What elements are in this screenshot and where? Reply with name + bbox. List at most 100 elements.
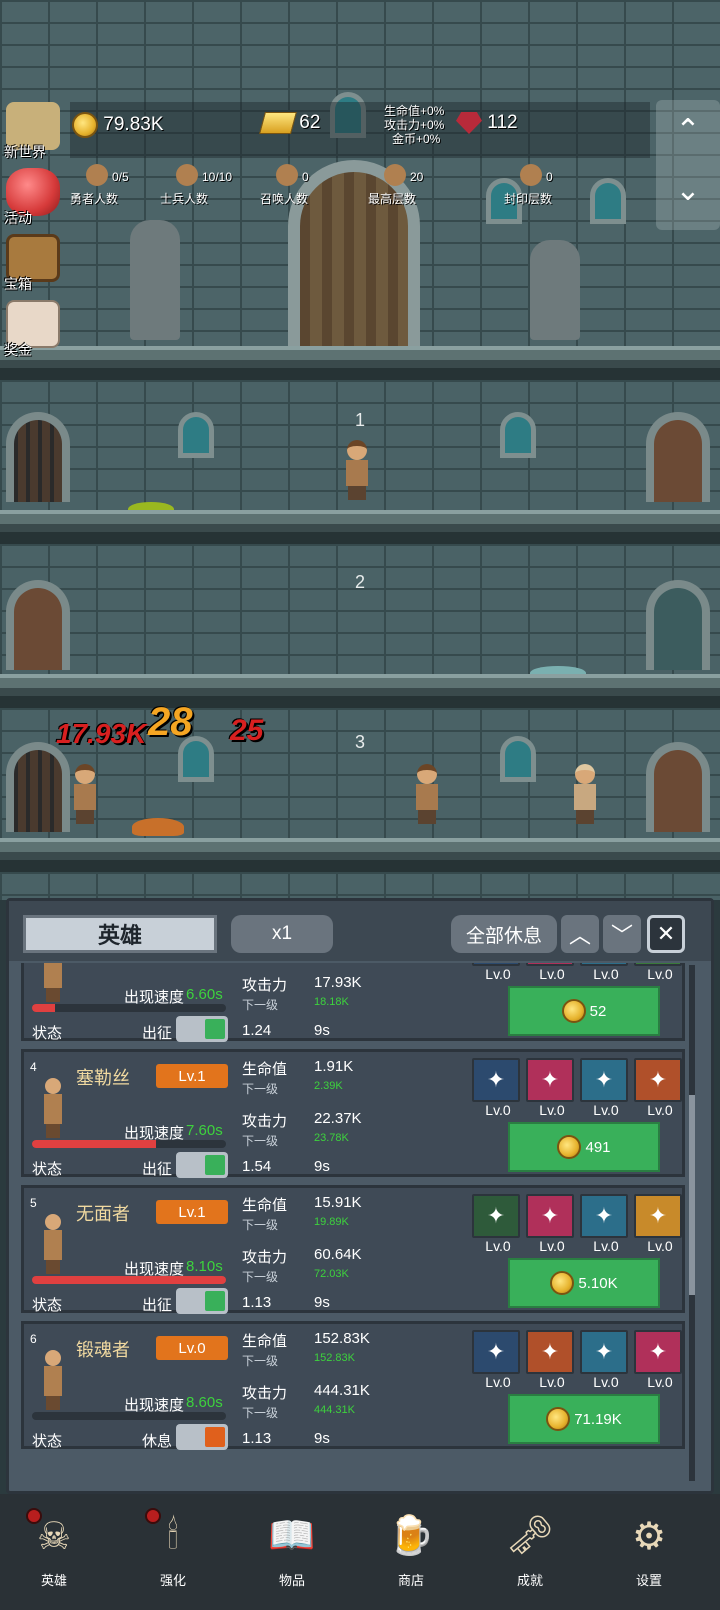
helmet-icon: ✦ xyxy=(634,1194,682,1238)
deploy-toggle[interactable] xyxy=(176,1424,228,1450)
equipment-slot[interactable]: ✦Lv.0 xyxy=(472,1194,524,1256)
nav-gear[interactable]: ⚙ 设置 xyxy=(599,1502,699,1602)
deploy-toggle[interactable] xyxy=(176,1016,228,1042)
hero-list: 留恩Lv.1出现速度6.60s状态出征生命值下一级399攻击力17.93K下一级… xyxy=(21,963,685,1483)
hero-card[interactable]: 5 无面者 Lv.1 出现速度 8.10s 状态 出征 生命值 15.91K 下一级 19.89K 攻… xyxy=(21,1185,685,1314)
equipment-slot[interactable]: ✦Lv.0 xyxy=(526,963,578,984)
nav-key[interactable]: 🗝 成就 xyxy=(480,1502,580,1602)
chevron-down-icon: ⌄ xyxy=(675,173,701,207)
new-world-button[interactable]: 新世界 xyxy=(4,102,66,162)
equipment-level: Lv.0 xyxy=(593,966,619,982)
sword-icon: ✦ xyxy=(526,1194,574,1238)
new-world-label: 新世界 xyxy=(4,144,46,160)
upgrade-price: 71.19K xyxy=(574,1410,622,1428)
stat-value: 0/5 xyxy=(112,170,129,184)
nav-skull[interactable]: ☠ 英雄 xyxy=(4,1502,104,1602)
gold-bar-display: 62 xyxy=(259,112,321,134)
hero-list-scrollbar[interactable] xyxy=(689,965,695,1481)
gold-bar-value: 62 xyxy=(299,112,321,134)
equipment-slot[interactable]: ✦Lv.0 xyxy=(526,1194,578,1256)
chest-button[interactable]: 宝箱 xyxy=(4,234,66,294)
equipment-slot[interactable]: ✦Lv.0 xyxy=(580,1194,632,1256)
spawn-speed-value: 6.60s xyxy=(186,986,223,1003)
sword-icon: ✦ xyxy=(634,1058,682,1102)
equipment-level: Lv.0 xyxy=(485,1238,511,1254)
equipment-slot[interactable]: ✦Lv.0 xyxy=(526,1058,578,1120)
event-button[interactable]: 活动 xyxy=(4,168,66,228)
equipment-slot[interactable]: ✦Lv.0 xyxy=(634,1058,685,1120)
speed-toggle-button[interactable]: x1 xyxy=(231,915,333,953)
hero-panel: 英雄 x1 全部休息 ︿ ﹀ ✕ 留恩Lv.1出现速度6.60s状态出征生命值下… xyxy=(6,898,714,1494)
hero-sprite[interactable] xyxy=(72,764,98,824)
floor-2-right-door xyxy=(646,580,710,670)
atk-next-value: 72.03K xyxy=(314,1268,349,1280)
floor-ledge xyxy=(0,674,720,708)
floor-window xyxy=(178,412,214,458)
equipment-level: Lv.0 xyxy=(647,1102,673,1118)
rest-all-button[interactable]: 全部休息 xyxy=(451,915,557,953)
atk-next-value: 18.18K xyxy=(314,996,349,1008)
deploy-toggle[interactable] xyxy=(176,1288,228,1314)
upgrade-button[interactable]: 491 xyxy=(508,1122,660,1172)
hero-level-badge: Lv.0 xyxy=(156,1336,228,1360)
damage-number: 28 xyxy=(148,700,193,744)
armor-icon: ✦ xyxy=(580,1058,628,1102)
nav-candle[interactable]: 🕯 强化 xyxy=(123,1502,223,1602)
hero-sprite[interactable] xyxy=(414,764,440,824)
hero-card[interactable]: 留恩Lv.1出现速度6.60s状态出征生命值下一级399攻击力17.93K下一级… xyxy=(21,963,685,1042)
equipment-slot[interactable]: ✦Lv.0 xyxy=(634,1194,685,1256)
equipment-slot[interactable]: ✦Lv.0 xyxy=(472,1330,524,1392)
nav-label: 成就 xyxy=(516,1573,543,1588)
atk-label: 攻击力 xyxy=(242,977,288,994)
equipment-slot[interactable]: ✦Lv.0 xyxy=(634,963,685,984)
hero-name: 锻魂者 xyxy=(76,1340,130,1360)
scroll-up-button[interactable]: ⌃ xyxy=(656,100,720,160)
soldier-icon xyxy=(176,164,198,186)
list-down-button[interactable]: ﹀ xyxy=(603,915,641,953)
equipment-slot[interactable]: ✦Lv.0 xyxy=(526,1330,578,1392)
deploy-toggle[interactable] xyxy=(176,1152,228,1178)
summon-icon xyxy=(276,164,298,186)
stat-label: 召唤人数 xyxy=(260,192,309,206)
close-button[interactable]: ✕ xyxy=(647,915,685,953)
upgrade-price: 52 xyxy=(589,1002,607,1020)
equipment-level: Lv.0 xyxy=(539,1102,565,1118)
duration-value: 9s xyxy=(314,1158,330,1175)
atk-label: 攻击力 xyxy=(242,1113,288,1130)
floor-4-wall xyxy=(0,872,720,900)
nav-label: 设置 xyxy=(635,1573,662,1588)
equipment-slot[interactable]: ✦Lv.0 xyxy=(634,1330,685,1392)
hero-sprite[interactable] xyxy=(344,440,370,500)
hp-label: 生命值 xyxy=(242,1197,288,1214)
next-level-label: 下一级 xyxy=(242,1270,279,1284)
equipment-level: Lv.0 xyxy=(539,1374,565,1390)
scrollbar-thumb[interactable] xyxy=(689,1095,695,1295)
hero-sprite[interactable] xyxy=(572,764,598,824)
nav-mug[interactable]: 🍺 商店 xyxy=(361,1502,461,1602)
equipment-level: Lv.0 xyxy=(647,966,673,982)
equipment-slot[interactable]: ✦Lv.0 xyxy=(580,1058,632,1120)
upgrade-button[interactable]: 52 xyxy=(508,986,660,1036)
equipment-slot[interactable]: ✦Lv.0 xyxy=(580,1330,632,1392)
hero-card[interactable]: 6 锻魂者 Lv.0 出现速度 8.60s 状态 休息 生命值 152.83K 下一级 152.83… xyxy=(21,1321,685,1450)
list-up-button[interactable]: ︿ xyxy=(561,915,599,953)
hp-value: 15.91K xyxy=(314,1194,362,1211)
coin-icon xyxy=(561,999,586,1023)
nav-label: 商店 xyxy=(397,1573,424,1588)
floor-number: 1 xyxy=(354,410,365,430)
reward-button[interactable]: 奖金 xyxy=(4,300,66,360)
spawn-progress-bar xyxy=(32,1140,226,1148)
equipment-slot[interactable]: ✦Lv.0 xyxy=(580,963,632,984)
scroll-down-button[interactable]: ⌄ xyxy=(656,160,720,220)
hero-name: 塞勒丝 xyxy=(76,1068,130,1088)
next-level-label: 下一级 xyxy=(242,998,279,1012)
floor-3-left-gate xyxy=(6,742,70,832)
upgrade-button[interactable]: 5.10K xyxy=(508,1258,660,1308)
hero-card[interactable]: 4 塞勒丝 Lv.1 出现速度 7.60s 状态 出征 生命值 1.91K 下一级 2.39K 攻击力… xyxy=(21,1049,685,1178)
damage-number: 25 xyxy=(230,714,264,747)
nav-book[interactable]: 📖 物品 xyxy=(242,1502,342,1602)
equipment-slot[interactable]: ✦Lv.0 xyxy=(472,963,524,984)
equipment-slot[interactable]: ✦Lv.0 xyxy=(472,1058,524,1120)
upgrade-button[interactable]: 71.19K xyxy=(508,1394,660,1444)
slime-enemy[interactable] xyxy=(132,818,184,836)
